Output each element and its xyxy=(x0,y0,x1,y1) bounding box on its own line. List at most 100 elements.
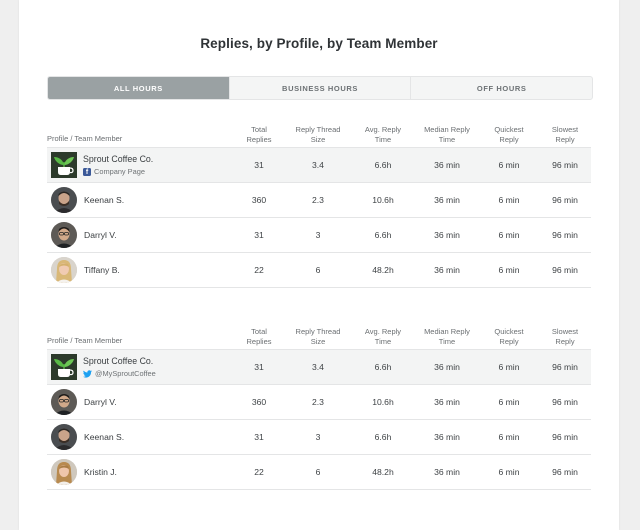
cell-quickest: 6 min xyxy=(498,467,520,477)
profile-name: Sprout Coffee Co. xyxy=(83,154,154,164)
header-slowest: Slowest Reply xyxy=(551,327,579,346)
replies-table-twitter: Profile / Team Member Total Replies Reply… xyxy=(47,322,591,490)
header-thread-size: Reply Thread Size xyxy=(295,327,341,346)
header-profile: Profile / Team Member xyxy=(47,336,123,345)
cell-total-replies: 360 xyxy=(251,397,267,407)
cell-median-reply: 36 min xyxy=(434,265,460,275)
cell-quickest: 6 min xyxy=(498,265,520,275)
cell-avg-reply: 6.6h xyxy=(374,160,392,170)
cell-total-replies: 31 xyxy=(254,160,264,170)
cell-total-replies: 31 xyxy=(254,230,264,240)
cell-slowest: 96 min xyxy=(552,467,578,477)
cell-quickest: 6 min xyxy=(498,397,520,407)
tab-all-hours[interactable]: ALL HOURS xyxy=(48,77,229,99)
cell-median-reply: 36 min xyxy=(434,397,460,407)
cell-quickest: 6 min xyxy=(498,362,520,372)
cell-total-replies: 360 xyxy=(251,195,267,205)
cell-quickest: 6 min xyxy=(498,230,520,240)
cell-avg-reply: 6.6h xyxy=(374,362,392,372)
team-member-name: Darryl V. xyxy=(84,397,117,407)
cell-median-reply: 36 min xyxy=(434,467,460,477)
cell-thread-size: 3.4 xyxy=(312,362,324,372)
cell-slowest: 96 min xyxy=(552,362,578,372)
facebook-icon: f xyxy=(83,167,91,176)
cell-thread-size: 3 xyxy=(315,432,321,442)
avatar xyxy=(51,389,77,415)
header-thread-size: Reply Thread Size xyxy=(295,125,341,144)
header-total-replies: Total Replies xyxy=(246,327,272,346)
sprout-logo-icon xyxy=(51,152,77,178)
table-row[interactable]: Darryl V. 360 2.3 10.6h 36 min 6 min 96 … xyxy=(47,384,591,419)
header-quickest: Quickest Reply xyxy=(494,327,524,346)
profile-name: Sprout Coffee Co. xyxy=(83,356,154,366)
report-card: Replies, by Profile, by Team Member ALL … xyxy=(19,0,619,530)
cell-median-reply: 36 min xyxy=(434,362,460,372)
tab-off-hours[interactable]: OFF HOURS xyxy=(410,77,592,99)
header-avg-reply: Avg. Reply Time xyxy=(364,327,402,346)
table-header: Profile / Team Member Total Replies Reply… xyxy=(47,120,591,147)
cell-thread-size: 6 xyxy=(315,467,321,477)
cell-slowest: 96 min xyxy=(552,265,578,275)
team-member-name: Kristin J. xyxy=(84,467,117,477)
sprout-logo-icon xyxy=(51,354,77,380)
cell-median-reply: 36 min xyxy=(434,432,460,442)
avatar xyxy=(51,222,77,248)
cell-avg-reply: 48.2h xyxy=(372,265,394,275)
cell-thread-size: 2.3 xyxy=(312,195,324,205)
cell-avg-reply: 10.6h xyxy=(372,397,394,407)
hours-tabs: ALL HOURS BUSINESS HOURS OFF HOURS xyxy=(47,76,593,100)
header-quickest: Quickest Reply xyxy=(494,125,524,144)
profile-subtitle: @MySproutCoffee xyxy=(83,369,156,378)
cell-thread-size: 3.4 xyxy=(312,160,324,170)
header-median-reply: Median Reply Time xyxy=(424,327,470,346)
cell-median-reply: 36 min xyxy=(434,160,460,170)
profile-handle: Company Page xyxy=(94,167,145,176)
cell-quickest: 6 min xyxy=(498,195,520,205)
team-member-name: Darryl V. xyxy=(84,230,117,240)
cell-avg-reply: 6.6h xyxy=(374,432,392,442)
avatar xyxy=(51,187,77,213)
team-member-name: Keenan S. xyxy=(84,195,125,205)
tab-business-hours[interactable]: BUSINESS HOURS xyxy=(228,77,411,99)
cell-quickest: 6 min xyxy=(498,432,520,442)
table-row[interactable]: Kristin J. 22 6 48.2h 36 min 6 min 96 mi… xyxy=(47,454,591,489)
cell-total-replies: 31 xyxy=(254,432,264,442)
table-row-profile[interactable]: Sprout Coffee Co. f Company Page 31 3.4 … xyxy=(47,147,591,182)
cell-slowest: 96 min xyxy=(552,432,578,442)
cell-slowest: 96 min xyxy=(552,160,578,170)
header-avg-reply: Avg. Reply Time xyxy=(364,125,402,144)
avatar xyxy=(51,424,77,450)
cell-avg-reply: 10.6h xyxy=(372,195,394,205)
cell-median-reply: 36 min xyxy=(434,230,460,240)
cell-quickest: 6 min xyxy=(498,160,520,170)
replies-table-facebook: Profile / Team Member Total Replies Reply… xyxy=(47,120,591,288)
cell-median-reply: 36 min xyxy=(434,195,460,205)
team-member-name: Tiffany B. xyxy=(84,265,120,275)
twitter-icon xyxy=(83,369,92,378)
table-row[interactable]: Tiffany B. 22 6 48.2h 36 min 6 min 96 mi… xyxy=(47,252,591,287)
avatar xyxy=(51,257,77,283)
table-header: Profile / Team Member Total Replies Reply… xyxy=(47,322,591,349)
profile-subtitle: f Company Page xyxy=(83,167,145,176)
cell-avg-reply: 48.2h xyxy=(372,467,394,477)
table-row-profile[interactable]: Sprout Coffee Co. @MySproutCoffee 31 3.4… xyxy=(47,349,591,384)
cell-total-replies: 22 xyxy=(254,265,264,275)
report-title: Replies, by Profile, by Team Member xyxy=(200,36,438,51)
cell-total-replies: 22 xyxy=(254,467,264,477)
table-row[interactable]: Darryl V. 31 3 6.6h 36 min 6 min 96 min xyxy=(47,217,591,252)
team-member-name: Keenan S. xyxy=(84,432,125,442)
cell-avg-reply: 6.6h xyxy=(374,230,392,240)
header-slowest: Slowest Reply xyxy=(551,125,579,144)
table-row[interactable]: Keenan S. 31 3 6.6h 36 min 6 min 96 min xyxy=(47,419,591,454)
cell-slowest: 96 min xyxy=(552,195,578,205)
header-median-reply: Median Reply Time xyxy=(424,125,470,144)
table-row[interactable]: Keenan S. 360 2.3 10.6h 36 min 6 min 96 … xyxy=(47,182,591,217)
header-total-replies: Total Replies xyxy=(246,125,272,144)
cell-thread-size: 3 xyxy=(315,230,321,240)
cell-slowest: 96 min xyxy=(552,397,578,407)
cell-slowest: 96 min xyxy=(552,230,578,240)
cell-thread-size: 6 xyxy=(315,265,321,275)
cell-total-replies: 31 xyxy=(254,362,264,372)
cell-thread-size: 2.3 xyxy=(312,397,324,407)
avatar xyxy=(51,459,77,485)
